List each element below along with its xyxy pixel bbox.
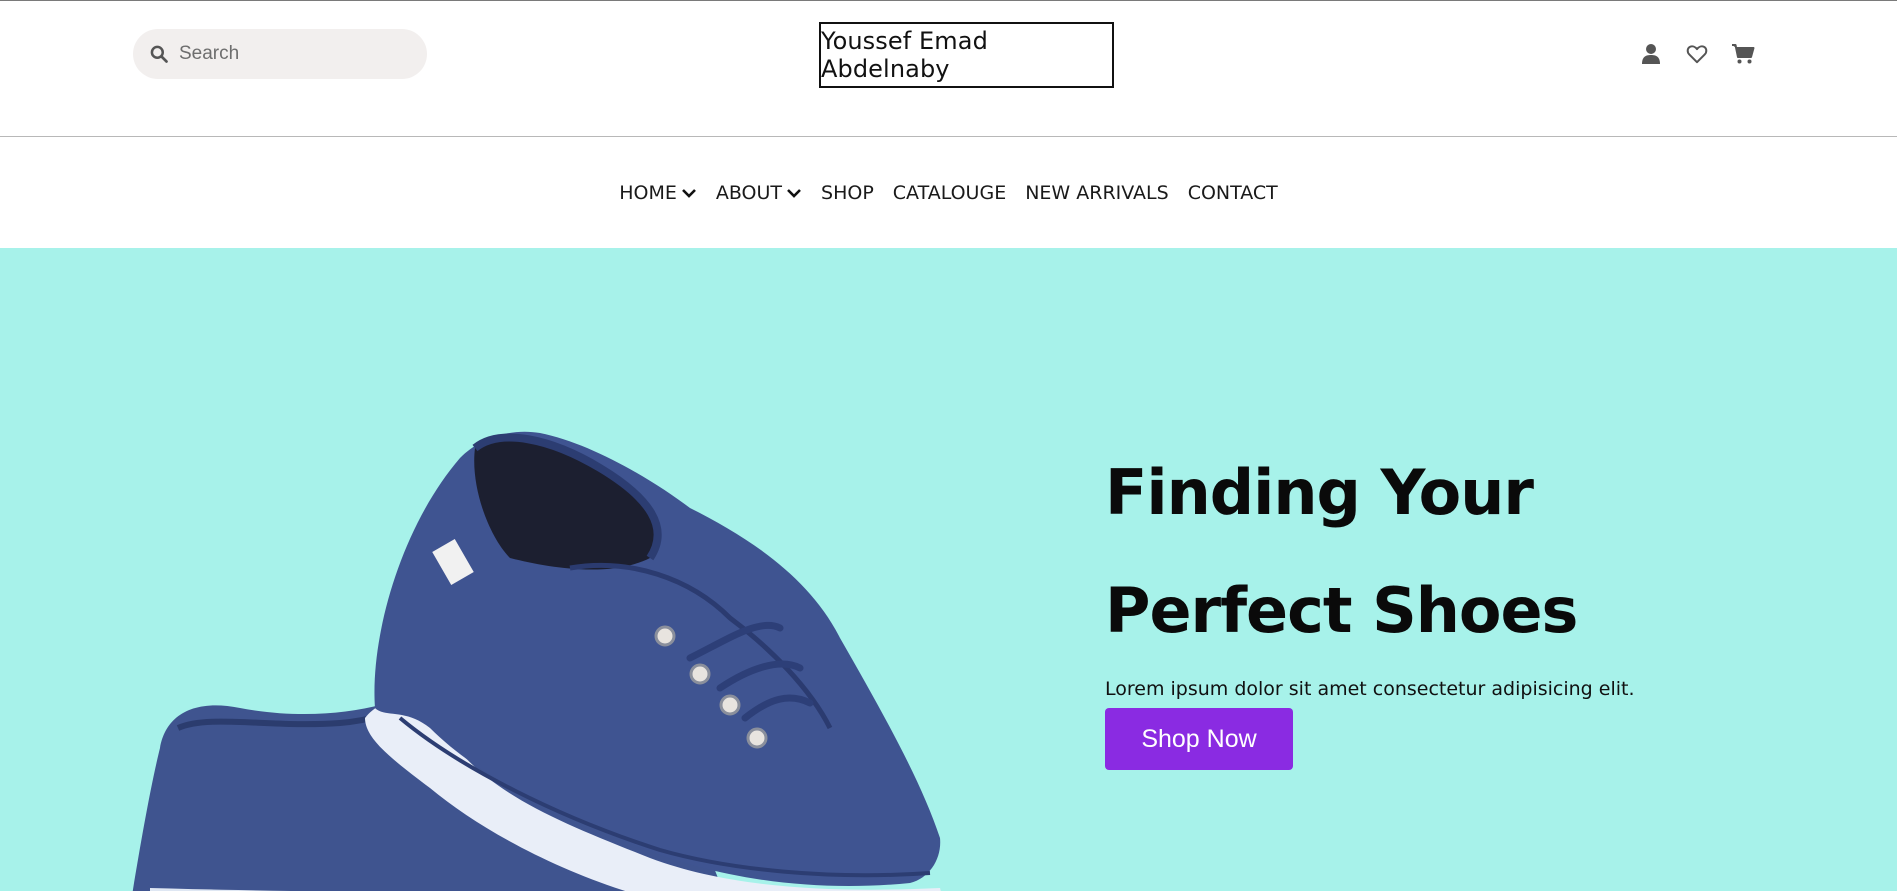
search-icon xyxy=(150,45,168,63)
nav-item-label: SHOP xyxy=(821,181,874,204)
hero-title-line: Perfect Shoes xyxy=(1105,574,1578,647)
hero-text: Finding Your Perfect Shoes Lorem ipsum d… xyxy=(1105,456,1635,770)
hero-title: Finding Your Perfect Shoes xyxy=(1105,434,1635,670)
nav-item-new-arrivals[interactable]: NEW ARRIVALS xyxy=(1025,182,1168,204)
nav-item-contact[interactable]: CONTACT xyxy=(1188,182,1278,204)
nav-item-label: CATALOUGE xyxy=(892,181,1007,204)
search-bar[interactable] xyxy=(133,29,427,79)
user-icon[interactable] xyxy=(1638,41,1664,67)
main-nav: HOME ABOUT SHOP CATALOUGE NEW ARRIVALS C… xyxy=(0,137,1897,248)
hero-section: Finding Your Perfect Shoes Lorem ipsum d… xyxy=(0,248,1897,891)
heart-icon[interactable] xyxy=(1684,41,1710,67)
shoes-image xyxy=(132,431,941,891)
cart-icon[interactable] xyxy=(1730,41,1756,67)
nav-item-label: CONTACT xyxy=(1187,181,1278,204)
nav-item-shop[interactable]: SHOP xyxy=(821,182,874,204)
chevron-down-icon xyxy=(787,188,801,198)
nav-item-about[interactable]: ABOUT xyxy=(716,182,802,204)
chevron-down-icon xyxy=(681,188,696,198)
search-input[interactable] xyxy=(177,42,411,66)
nav-item-home[interactable]: HOME xyxy=(619,182,697,204)
nav-item-label: HOME xyxy=(619,181,677,204)
nav-item-catalogue[interactable]: CATALOUGE xyxy=(893,182,1006,204)
header-icons xyxy=(1638,41,1756,67)
hero-subtitle: Lorem ipsum dolor sit amet consectetur a… xyxy=(1105,678,1635,700)
nav-item-label: ABOUT xyxy=(715,181,783,204)
hero-title-line: Finding Your xyxy=(1105,456,1534,529)
site-logo[interactable]: Youssef Emad Abdelnaby xyxy=(819,22,1114,88)
site-header: Youssef Emad Abdelnaby xyxy=(0,1,1897,136)
shop-now-button[interactable]: Shop Now xyxy=(1105,708,1293,770)
nav-item-label: NEW ARRIVALS xyxy=(1025,181,1169,204)
